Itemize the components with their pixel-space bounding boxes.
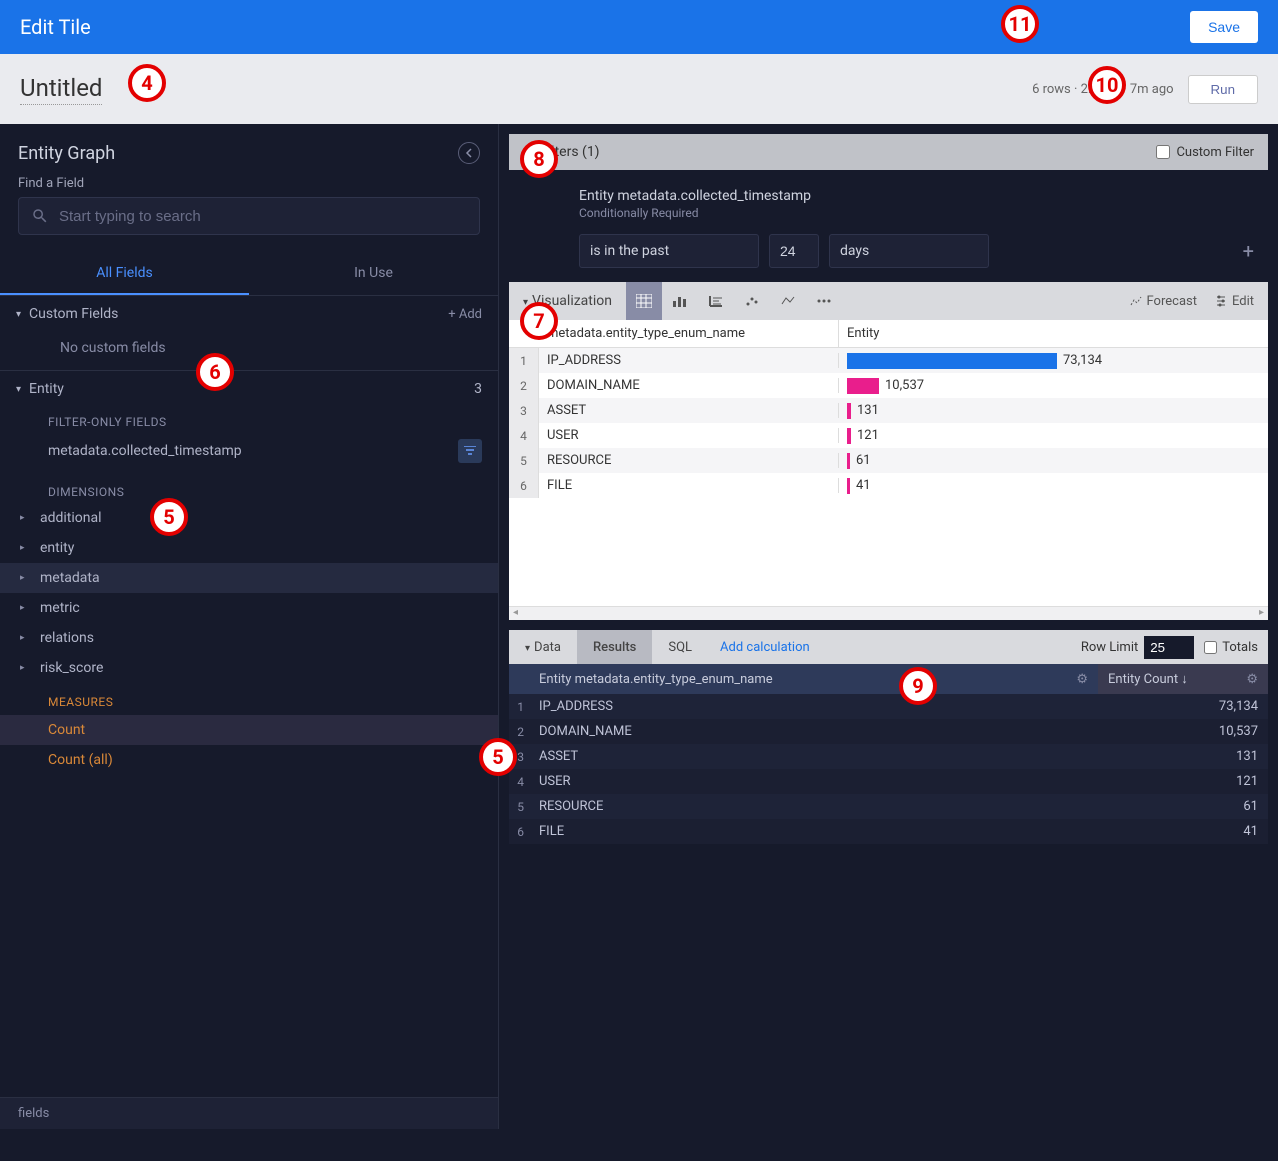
results-table: Entity metadata.entity_type_enum_name⚙ E… xyxy=(509,664,1268,844)
filter-title: Entity metadata.collected_timestamp xyxy=(579,188,1264,204)
dimension-metadata[interactable]: ▸metadata xyxy=(0,563,498,593)
tab-all-fields[interactable]: All Fields xyxy=(0,253,249,295)
filter-field-item[interactable]: metadata.collected_timestamp xyxy=(0,433,498,477)
search-icon xyxy=(31,207,49,225)
viz-row: 1IP_ADDRESS73,134 xyxy=(509,348,1268,373)
forecast-button[interactable]: Forecast xyxy=(1130,294,1197,309)
dimension-risk_score[interactable]: ▸risk_score xyxy=(0,653,498,683)
totals-label: Totals xyxy=(1222,640,1258,655)
viz-line-icon[interactable] xyxy=(770,282,806,320)
row-limit-label: Row Limit xyxy=(1081,640,1138,655)
viz-table-icon[interactable] xyxy=(626,282,662,320)
results-col-count[interactable]: Entity Count ↓⚙ xyxy=(1098,664,1268,694)
settings-icon xyxy=(1215,295,1227,307)
dimension-relations[interactable]: ▸relations xyxy=(0,623,498,653)
add-filter-button[interactable]: + xyxy=(1243,239,1264,263)
viz-row: 2DOMAIN_NAME10,537 xyxy=(509,373,1268,398)
custom-fields-header[interactable]: ▾Custom Fields + Add xyxy=(0,296,498,332)
collapse-panel-button[interactable] xyxy=(458,142,480,164)
left-panel: Entity Graph Find a Field All Fields In … xyxy=(0,124,498,1129)
data-bar: Data Results SQL Add calculation Row Lim… xyxy=(509,630,1268,664)
sql-tab[interactable]: SQL xyxy=(652,630,708,664)
search-box[interactable] xyxy=(18,197,480,235)
filter-only-fields-label: FILTER-ONLY FIELDS xyxy=(0,407,498,433)
save-button[interactable]: Save xyxy=(1190,11,1258,43)
data-tab[interactable]: Data xyxy=(509,630,577,664)
right-panel: Filters (1) Custom Filter Entity metadat… xyxy=(498,124,1278,1129)
filter-value-input[interactable] xyxy=(769,234,819,268)
no-custom-fields: No custom fields xyxy=(0,332,498,370)
viz-row: 6FILE41 xyxy=(509,473,1268,498)
entity-section-header[interactable]: ▾Entity 3 xyxy=(0,371,498,407)
measures-label: MEASURES xyxy=(0,683,498,715)
viz-row: 5RESOURCE61 xyxy=(509,448,1268,473)
results-row: 4USER121 xyxy=(509,769,1268,794)
entity-label: Entity xyxy=(29,381,64,397)
add-custom-field[interactable]: + Add xyxy=(448,307,482,322)
find-field-label: Find a Field xyxy=(0,176,498,197)
query-status: 6 rows · 2.489s · 7m ago xyxy=(1032,82,1173,97)
filter-unit-select[interactable]: days xyxy=(829,234,989,268)
viz-bar-icon[interactable] xyxy=(662,282,698,320)
viz-row: 4USER121 xyxy=(509,423,1268,448)
run-button[interactable]: Run xyxy=(1188,75,1258,104)
dimension-entity[interactable]: ▸entity xyxy=(0,533,498,563)
totals-checkbox[interactable] xyxy=(1204,641,1217,654)
viz-col-entity[interactable]: Entity xyxy=(839,320,1268,347)
edit-viz-button[interactable]: Edit xyxy=(1215,294,1254,309)
header: Edit Tile Save xyxy=(0,0,1278,54)
totals-toggle[interactable]: Totals xyxy=(1204,640,1258,655)
visualization-bar: Visualization Forecast Edit xyxy=(509,282,1268,320)
bottom-fields-bar[interactable]: fields xyxy=(0,1097,498,1129)
dimensions-label: DIMENSIONS xyxy=(0,477,498,503)
header-title: Edit Tile xyxy=(20,15,91,39)
filter-field-name: metadata.collected_timestamp xyxy=(48,443,242,459)
add-calculation[interactable]: Add calculation xyxy=(720,640,810,655)
viz-scatter-icon[interactable] xyxy=(734,282,770,320)
gear-icon[interactable]: ⚙ xyxy=(1246,672,1258,687)
subheader: Untitled 6 rows · 2.489s · 7m ago Run xyxy=(0,54,1278,124)
custom-filter-checkbox[interactable] xyxy=(1156,145,1170,159)
custom-fields-label: Custom Fields xyxy=(29,306,118,322)
results-row: 5RESOURCE61 xyxy=(509,794,1268,819)
results-row: 6FILE41 xyxy=(509,819,1268,844)
viz-row: 3ASSET131 xyxy=(509,398,1268,423)
custom-filter-label: Custom Filter xyxy=(1176,145,1254,160)
horizontal-scrollbar[interactable]: ◂▸ xyxy=(509,606,1268,620)
forecast-icon xyxy=(1130,295,1142,307)
entity-count: 3 xyxy=(474,381,482,397)
measure-item[interactable]: Count xyxy=(0,715,498,745)
chevron-left-icon xyxy=(464,148,474,158)
results-row: 1IP_ADDRESS73,134 xyxy=(509,694,1268,719)
viz-more-icon[interactable] xyxy=(806,282,842,320)
gear-icon[interactable]: ⚙ xyxy=(1076,672,1088,687)
search-input[interactable] xyxy=(59,208,467,225)
explore-title: Entity Graph xyxy=(18,143,115,164)
filter-subtitle: Conditionally Required xyxy=(579,206,1264,220)
custom-filter-toggle[interactable]: Custom Filter xyxy=(1156,145,1254,160)
filter-operator-select[interactable]: is in the past xyxy=(579,234,759,268)
measure-item[interactable]: Count (all) xyxy=(0,745,498,775)
tab-in-use[interactable]: In Use xyxy=(249,253,498,295)
results-row: 3ASSET131 xyxy=(509,744,1268,769)
filters-bar[interactable]: Filters (1) Custom Filter xyxy=(509,134,1268,170)
results-col-name[interactable]: Entity metadata.entity_type_enum_name⚙ xyxy=(529,672,1098,687)
field-tabs: All Fields In Use xyxy=(0,253,498,296)
dimension-additional[interactable]: ▸additional xyxy=(0,503,498,533)
viz-column-icon[interactable] xyxy=(698,282,734,320)
viz-col-name[interactable]: metadata.entity_type_enum_name xyxy=(539,320,839,347)
visualization-label[interactable]: Visualization xyxy=(509,293,626,309)
row-limit-input[interactable] xyxy=(1144,636,1194,659)
tile-title[interactable]: Untitled xyxy=(20,74,102,105)
filters-label: Filters (1) xyxy=(540,144,600,160)
results-tab[interactable]: Results xyxy=(577,630,652,664)
filter-active-icon[interactable] xyxy=(458,439,482,463)
visualization-table: metadata.entity_type_enum_name Entity 1I… xyxy=(509,320,1268,620)
dimension-metric[interactable]: ▸metric xyxy=(0,593,498,623)
results-row: 2DOMAIN_NAME10,537 xyxy=(509,719,1268,744)
